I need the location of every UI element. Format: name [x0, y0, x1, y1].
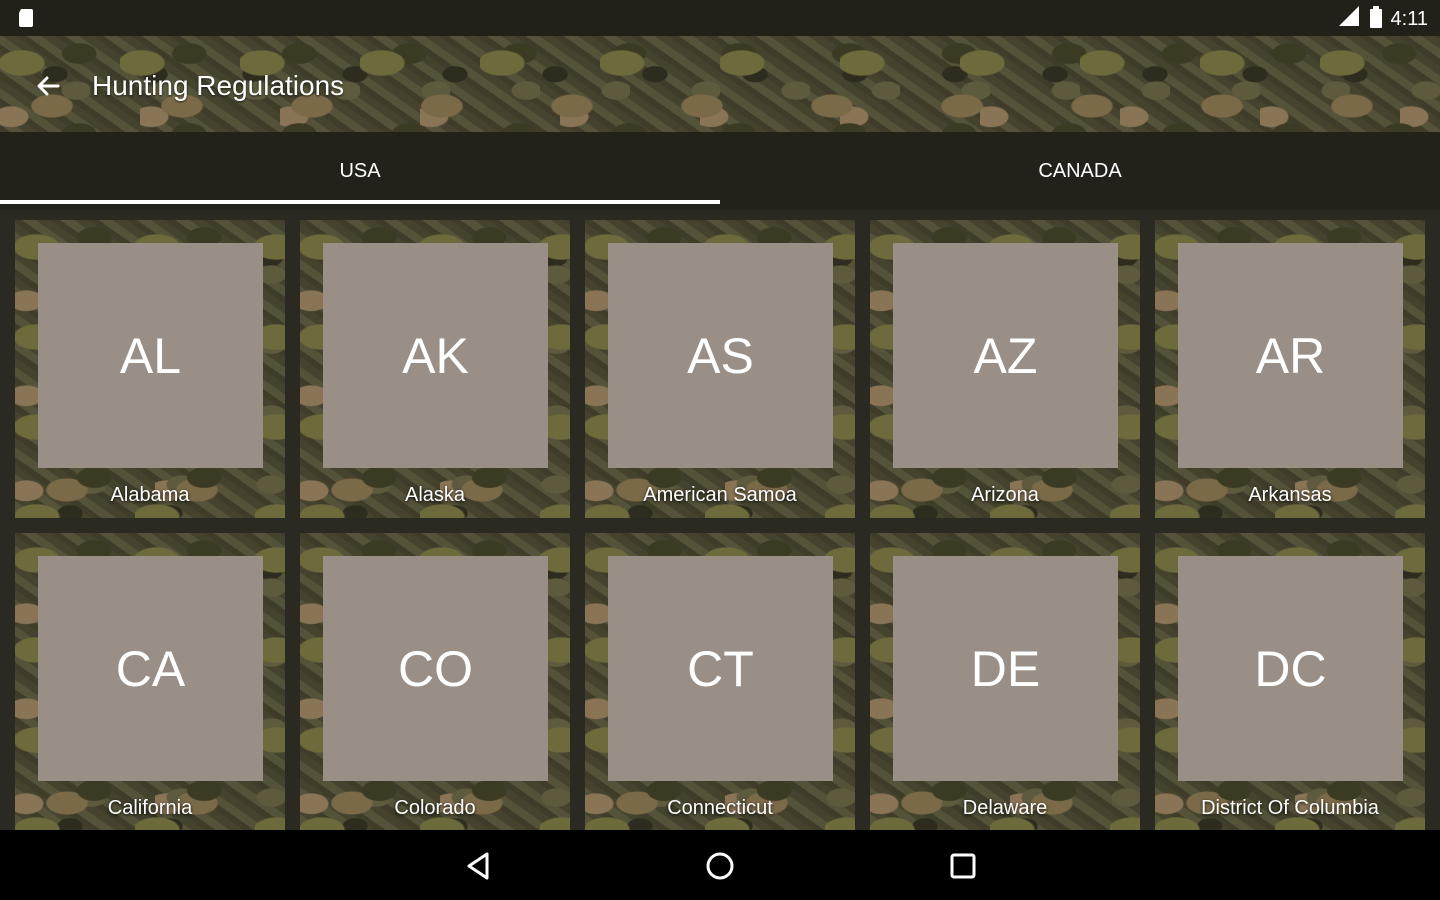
nav-back-icon[interactable]: [458, 848, 498, 884]
nav-home-icon[interactable]: [700, 848, 740, 884]
tab-usa-label: USA: [339, 159, 381, 182]
state-name: Arizona: [971, 484, 1039, 506]
state-abbr-box: AR: [1178, 243, 1403, 468]
state-grid: AL Alabama AK Alaska AS American Samoa A…: [0, 210, 1440, 831]
state-abbr-box: AK: [323, 243, 548, 468]
state-tile-ct[interactable]: CT Connecticut: [585, 533, 855, 831]
tab-canada[interactable]: CANADA: [720, 132, 1440, 210]
state-abbr-box: AL: [38, 243, 263, 468]
state-name: District Of Columbia: [1201, 797, 1379, 819]
state-abbr-box: CO: [323, 556, 548, 781]
state-abbr-box: CT: [608, 556, 833, 781]
state-abbr-box: AS: [608, 243, 833, 468]
state-name: Arkansas: [1248, 484, 1332, 506]
state-name: Connecticut: [667, 797, 773, 819]
state-name: Delaware: [962, 797, 1048, 819]
state-name: California: [107, 797, 193, 819]
state-tile-ar[interactable]: AR Arkansas: [1155, 220, 1425, 518]
clock: 4:11: [1390, 8, 1428, 30]
app-toolbar: Hunting Regulations: [0, 36, 1440, 132]
state-tile-az[interactable]: AZ Arizona: [870, 220, 1140, 518]
state-abbr-box: DC: [1178, 556, 1403, 781]
tab-canada-label: CANADA: [1038, 159, 1122, 182]
state-abbr-box: DE: [893, 556, 1118, 781]
state-abbr-box: AZ: [893, 243, 1118, 468]
state-tile-ca[interactable]: CA California: [15, 533, 285, 831]
tab-bar: USA CANADA: [0, 132, 1440, 210]
sd-card-icon: [16, 8, 36, 33]
state-abbr-box: CA: [38, 556, 263, 781]
state-name: Alaska: [404, 484, 466, 506]
state-tile-de[interactable]: DE Delaware: [870, 533, 1140, 831]
state-tile-as[interactable]: AS American Samoa: [585, 220, 855, 518]
state-name: Colorado: [394, 797, 476, 819]
battery-icon: [1369, 6, 1383, 33]
state-name: Alabama: [110, 484, 190, 506]
tab-indicator: [0, 200, 720, 204]
state-tile-co[interactable]: CO Colorado: [300, 533, 570, 831]
status-bar: 4:11: [0, 0, 1440, 36]
state-name: American Samoa: [643, 484, 797, 506]
state-tile-dc[interactable]: DC District Of Columbia: [1155, 533, 1425, 831]
state-tile-ak[interactable]: AK Alaska: [300, 220, 570, 518]
system-nav-bar: [0, 830, 1440, 900]
back-arrow-icon[interactable]: [28, 66, 68, 106]
tab-usa[interactable]: USA: [0, 132, 720, 210]
signal-icon: [1337, 6, 1361, 33]
state-tile-al[interactable]: AL Alabama: [15, 220, 285, 518]
page-title: Hunting Regulations: [92, 70, 345, 101]
nav-recents-icon[interactable]: [943, 848, 983, 884]
